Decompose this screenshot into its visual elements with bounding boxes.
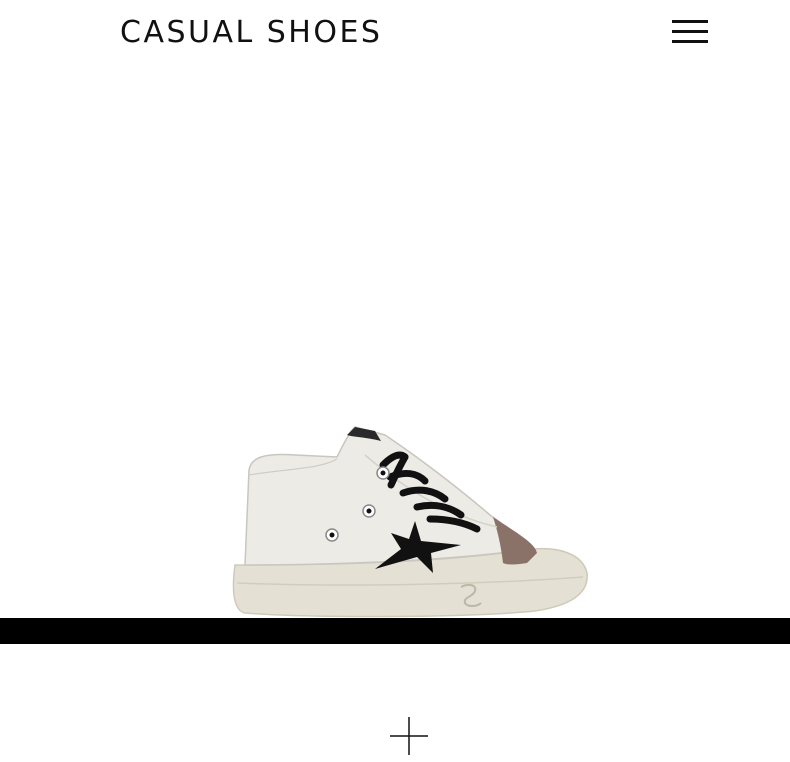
sneaker-product-image — [232, 426, 588, 618]
menu-button[interactable] — [668, 16, 712, 52]
hamburger-menu-icon — [672, 20, 708, 23]
black-band — [0, 618, 790, 644]
header: CASUAL SHOES — [0, 0, 790, 70]
expand-button[interactable] — [386, 713, 432, 759]
plus-icon — [390, 717, 428, 755]
hamburger-menu-icon-bar — [672, 40, 708, 43]
product-image[interactable] — [225, 415, 595, 621]
hamburger-menu-icon-bar — [672, 30, 708, 33]
page-title: CASUAL SHOES — [120, 15, 383, 50]
